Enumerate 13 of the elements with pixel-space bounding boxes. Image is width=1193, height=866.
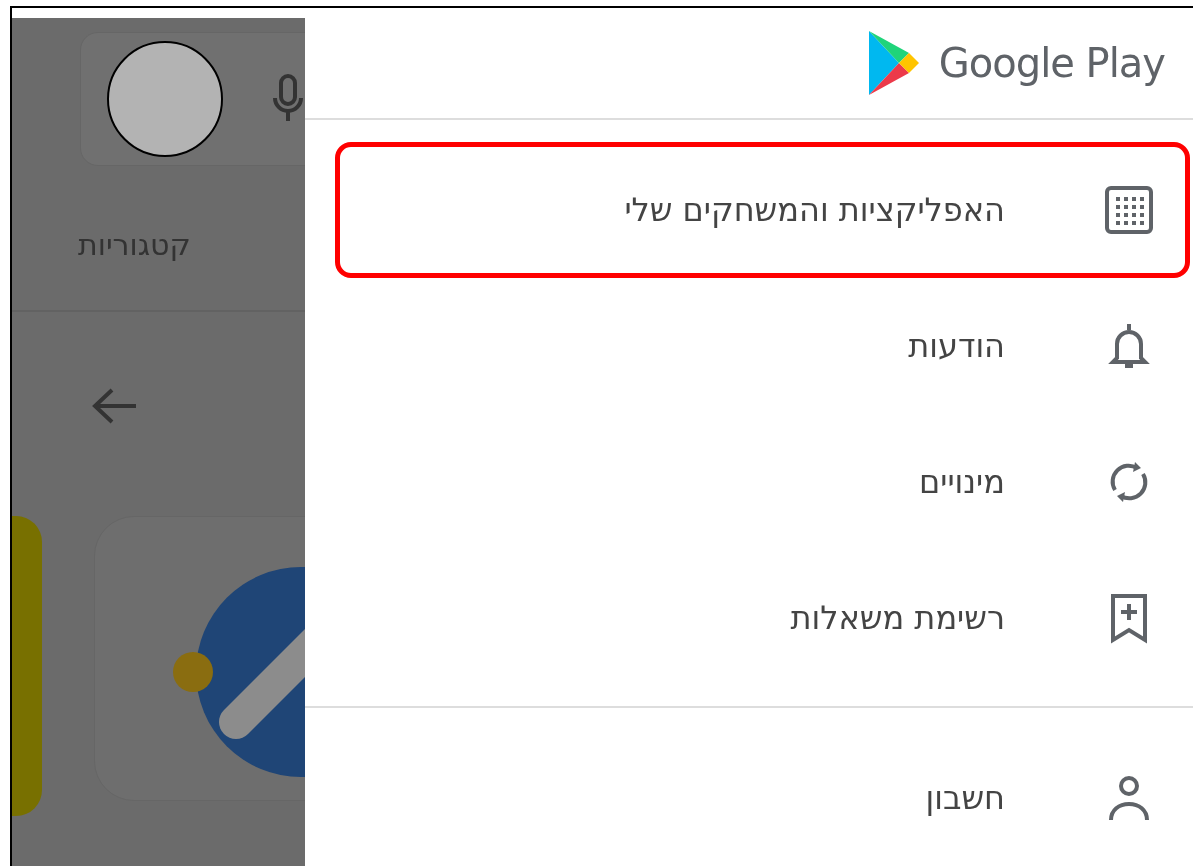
back-arrow-icon[interactable] — [90, 386, 138, 426]
play-logo-icon — [866, 29, 919, 97]
menu-item[interactable]: הודעות — [335, 278, 1190, 414]
menu-item[interactable]: מינויים — [335, 414, 1190, 550]
menu-item[interactable]: רשימת משאלות — [335, 550, 1190, 686]
menu-item[interactable]: האפליקציות והמשחקים שלי — [335, 142, 1190, 278]
search-bar[interactable] — [80, 32, 305, 166]
menu-item[interactable]: חשבון — [335, 730, 1190, 866]
app-card[interactable] — [94, 516, 305, 801]
microphone-icon[interactable] — [273, 74, 303, 124]
app-tile[interactable] — [12, 516, 42, 816]
grid-icon — [1103, 184, 1155, 236]
logo-text: Google Play — [938, 39, 1165, 88]
